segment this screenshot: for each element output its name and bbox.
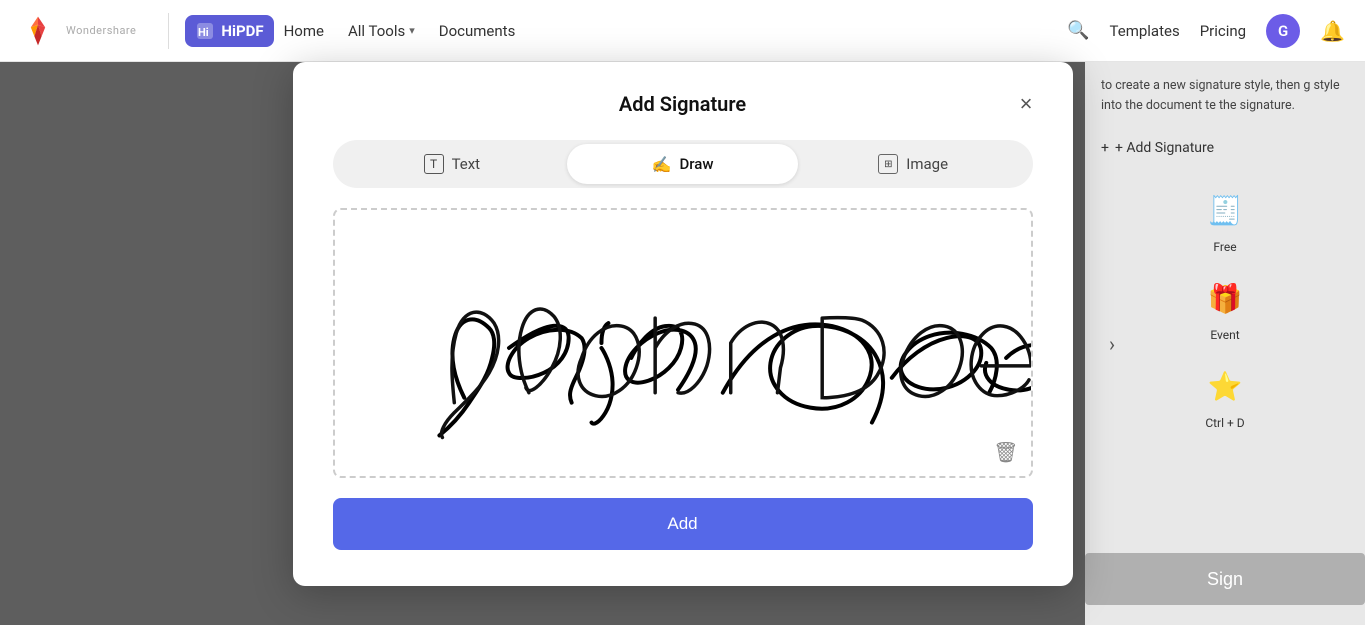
image-tab-label: Image bbox=[906, 155, 948, 173]
nav-pricing[interactable]: Pricing bbox=[1200, 22, 1246, 40]
add-signature-button[interactable]: Add bbox=[333, 498, 1033, 550]
wondershare-logo-icon bbox=[20, 13, 56, 49]
sidebar-expand-chevron-icon[interactable]: › bbox=[1109, 332, 1115, 356]
add-signature-icon: + bbox=[1101, 140, 1109, 156]
svg-text:Hi: Hi bbox=[198, 26, 209, 39]
modal-header: Add Signature × bbox=[333, 92, 1033, 116]
sidebar-panel: to create a new signature style, then g … bbox=[1085, 62, 1365, 625]
search-icon[interactable]: 🔍 bbox=[1067, 20, 1089, 41]
add-signature-sidebar[interactable]: + + Add Signature bbox=[1085, 130, 1365, 166]
hipdf-badge[interactable]: Hi HiPDF bbox=[185, 15, 273, 47]
tab-image[interactable]: ⊞ Image bbox=[798, 144, 1029, 184]
nav-links: Home All Tools ▾ Documents bbox=[284, 22, 516, 40]
sign-button[interactable]: Sign bbox=[1085, 553, 1365, 605]
modal-close-button[interactable]: × bbox=[1020, 93, 1033, 115]
navbar: Wondershare Hi HiPDF Home All Tools ▾ Do… bbox=[0, 0, 1365, 62]
user-avatar[interactable]: G bbox=[1266, 14, 1300, 48]
sidebar-free-item[interactable]: 🧾 Free bbox=[1085, 186, 1365, 254]
nav-right: 🔍 Templates Pricing G 🔔 bbox=[1067, 14, 1345, 48]
signature-tabs: T Text ✍ Draw ⊞ Image bbox=[333, 140, 1033, 188]
image-tab-icon: ⊞ bbox=[878, 154, 898, 174]
text-tab-icon: T bbox=[424, 154, 444, 174]
sidebar-event-item[interactable]: 🎁 Event bbox=[1085, 274, 1365, 342]
draw-tab-label: Draw bbox=[679, 155, 713, 173]
hipdf-label: HiPDF bbox=[221, 22, 263, 40]
brand-name: Wondershare bbox=[66, 24, 136, 37]
nav-templates[interactable]: Templates bbox=[1110, 22, 1180, 40]
nav-divider bbox=[168, 13, 169, 49]
sidebar-hint-text: to create a new signature style, then g … bbox=[1085, 62, 1365, 130]
clear-signature-button[interactable]: 🗑 bbox=[993, 440, 1018, 464]
sidebar-ctrl-d-item[interactable]: ⭐ Ctrl + D bbox=[1085, 362, 1365, 430]
star-icon: ⭐ bbox=[1201, 362, 1249, 410]
brand-logo[interactable]: Wondershare bbox=[20, 13, 136, 49]
nav-home[interactable]: Home bbox=[284, 22, 324, 40]
signature-drawing bbox=[335, 210, 1031, 476]
nav-documents[interactable]: Documents bbox=[439, 22, 516, 40]
modal-title: Add Signature bbox=[619, 92, 746, 116]
tab-text[interactable]: T Text bbox=[337, 144, 568, 184]
event-label: Event bbox=[1210, 328, 1239, 342]
all-tools-chevron-icon: ▾ bbox=[409, 24, 415, 37]
add-signature-modal: Add Signature × T Text ✍ Draw ⊞ Image bbox=[293, 62, 1073, 586]
event-icon: 🎁 bbox=[1201, 274, 1249, 322]
ctrl-d-label: Ctrl + D bbox=[1205, 416, 1244, 430]
text-tab-label: Text bbox=[452, 155, 481, 173]
free-label: Free bbox=[1213, 240, 1236, 254]
free-icon: 🧾 bbox=[1201, 186, 1249, 234]
draw-tab-icon: ✍ bbox=[652, 155, 672, 174]
signature-canvas[interactable]: 🗑 bbox=[333, 208, 1033, 478]
nav-all-tools[interactable]: All Tools ▾ bbox=[348, 22, 415, 40]
hipdf-icon: Hi bbox=[195, 21, 215, 41]
tab-draw[interactable]: ✍ Draw bbox=[567, 144, 798, 184]
notification-bell-icon[interactable]: 🔔 bbox=[1320, 19, 1345, 43]
